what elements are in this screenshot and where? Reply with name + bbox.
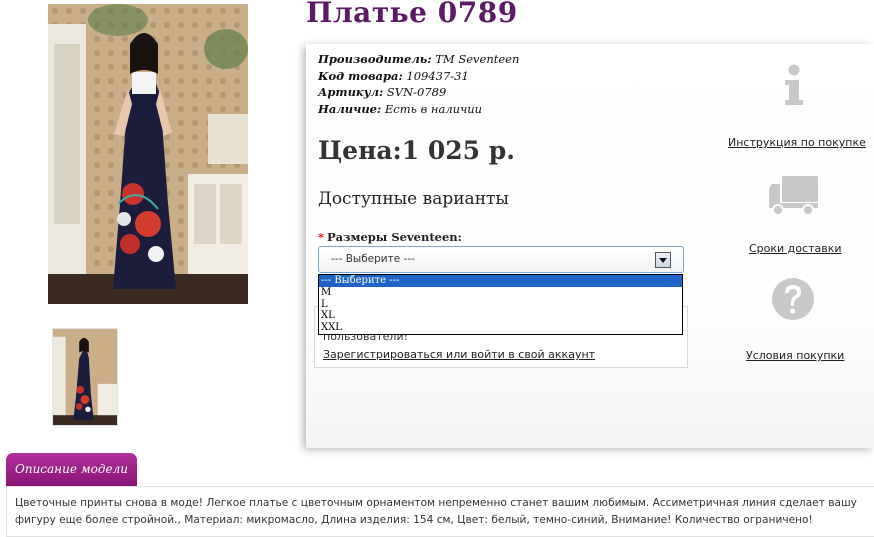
product-info-panel: Производитель: TM Seventeen Код товара: … <box>306 44 874 448</box>
meta-product-code: Код товара: 109437-31 <box>318 68 469 83</box>
size-option-l[interactable]: L <box>319 299 682 311</box>
description-text: Цветочные принты снова в моде! Легкое пл… <box>15 497 857 526</box>
product-thumbnail[interactable] <box>52 328 118 426</box>
variants-heading: Доступные варианты <box>318 189 509 209</box>
required-mark: * <box>318 230 325 244</box>
truck-icon <box>769 176 818 216</box>
meta-manufacturer: Производитель: TM Seventeen <box>318 52 520 66</box>
size-option-xxl[interactable]: XXL <box>319 322 682 334</box>
size-select[interactable]: --- Выберите --- <box>318 246 684 273</box>
description-box: Цветочные принты снова в моде! Легкое пл… <box>6 486 874 537</box>
size-option-xl[interactable]: XL <box>319 310 682 322</box>
question-icon <box>772 278 814 320</box>
product-main-photo[interactable] <box>48 4 248 304</box>
info-icon <box>785 64 803 105</box>
conditions-link[interactable]: Условия покупки <box>746 349 844 362</box>
meta-availability: Наличие: Есть в наличии <box>318 101 483 116</box>
tab-description[interactable]: Описание модели <box>6 453 137 486</box>
size-label: * Размеры Seventeen: <box>318 230 462 244</box>
size-select-value: --- Выберите --- <box>331 253 415 265</box>
size-option-choose[interactable]: --- Выберите --- <box>319 275 682 287</box>
side-delivery: Сроки доставки <box>716 172 874 262</box>
instructions-link[interactable]: Инструкция по покупке <box>728 136 866 149</box>
size-option-m[interactable]: M <box>319 287 682 299</box>
side-instructions: Инструкция по покупке <box>716 64 874 154</box>
product-meta: Производитель: TM Seventeen Код товара: … <box>318 51 519 117</box>
register-login-link[interactable]: Зарегистрироваться или войти в свой акка… <box>323 348 595 361</box>
side-conditions: Условия покупки <box>716 276 874 366</box>
chevron-down-icon[interactable] <box>655 252 671 268</box>
meta-article: Артикул: SVN-0789 <box>318 85 447 99</box>
delivery-link[interactable]: Сроки доставки <box>749 242 842 255</box>
product-price: Цена:1 025 р. <box>318 136 515 165</box>
product-title: Платье 0789 <box>306 0 518 29</box>
size-dropdown-list[interactable]: --- Выберите --- M L XL XXL <box>318 274 683 335</box>
